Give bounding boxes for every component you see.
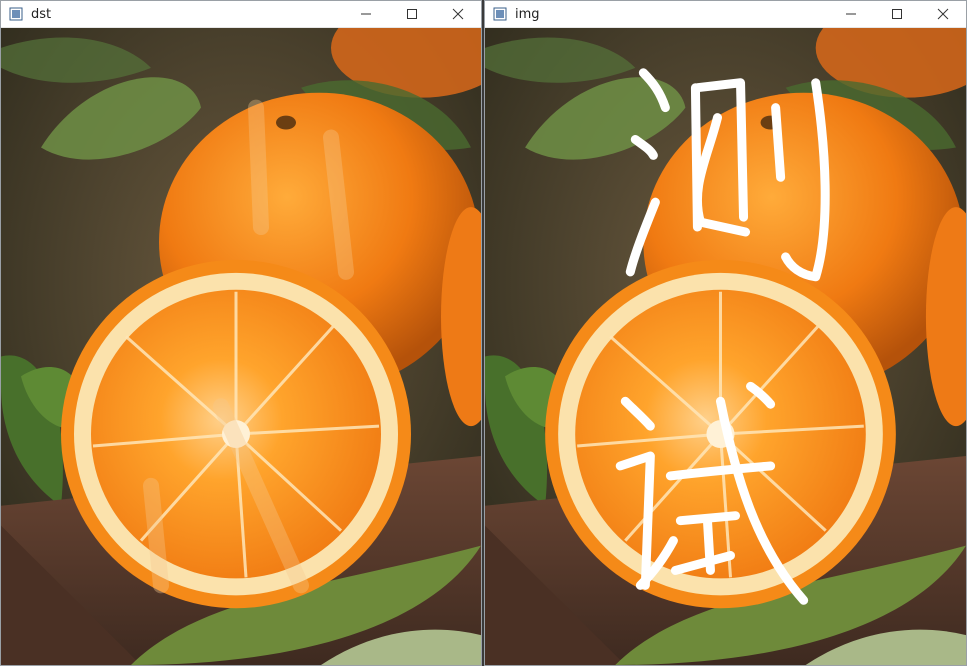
maximize-button[interactable] xyxy=(389,1,435,27)
maximize-icon xyxy=(407,9,417,19)
maximize-button[interactable] xyxy=(874,1,920,27)
image-canvas[interactable] xyxy=(485,28,966,665)
titlebar[interactable]: dst xyxy=(1,1,481,28)
app-icon xyxy=(491,5,509,23)
minimize-icon xyxy=(846,13,856,15)
close-icon xyxy=(452,8,464,20)
close-icon xyxy=(937,8,949,20)
window-dst: dst xyxy=(0,0,482,666)
close-button[interactable] xyxy=(920,1,966,27)
maximize-icon xyxy=(892,9,902,19)
window-title: img xyxy=(515,6,540,22)
titlebar[interactable]: img xyxy=(485,1,966,28)
image-canvas[interactable] xyxy=(1,28,481,665)
minimize-icon xyxy=(361,13,371,15)
window-title: dst xyxy=(31,6,52,22)
orange-photo-with-strokes xyxy=(485,28,966,665)
minimize-button[interactable] xyxy=(828,1,874,27)
close-button[interactable] xyxy=(435,1,481,27)
window-img: img xyxy=(484,0,967,666)
app-icon xyxy=(7,5,25,23)
minimize-button[interactable] xyxy=(343,1,389,27)
orange-photo xyxy=(1,28,481,665)
